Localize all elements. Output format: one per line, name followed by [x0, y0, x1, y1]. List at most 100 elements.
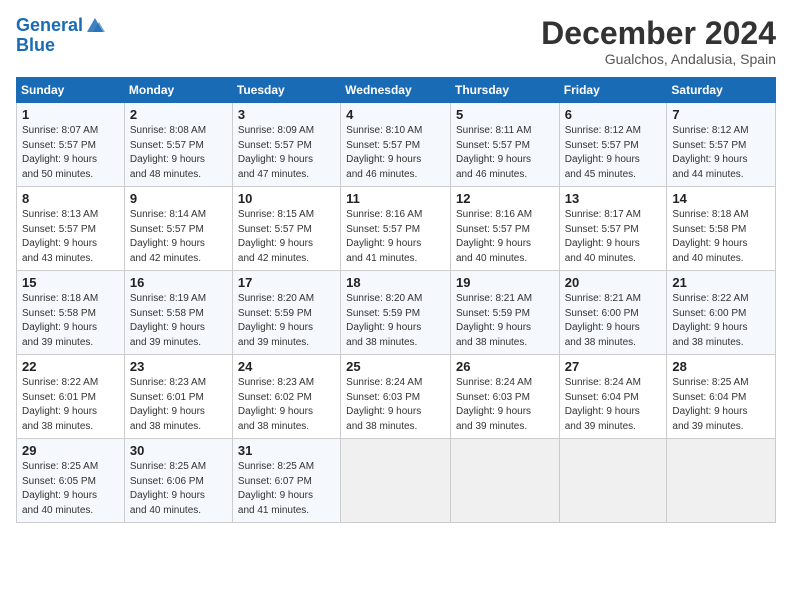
day-cell: 4 Sunrise: 8:10 AMSunset: 5:57 PMDaylight… [341, 103, 451, 187]
day-info: Sunrise: 8:21 AMSunset: 6:00 PMDaylight:… [565, 292, 662, 350]
day-number: 23 [130, 359, 227, 374]
calendar-table: SundayMondayTuesdayWednesdayThursdayFrid… [16, 77, 776, 523]
day-cell: 20 Sunrise: 8:21 AMSunset: 6:00 PMDayligh… [559, 271, 667, 355]
day-number: 4 [346, 107, 445, 122]
day-number: 30 [130, 443, 227, 458]
day-cell: 6 Sunrise: 8:12 AMSunset: 5:57 PMDaylight… [559, 103, 667, 187]
day-number: 24 [238, 359, 335, 374]
day-info: Sunrise: 8:14 AMSunset: 5:57 PMDaylight:… [130, 208, 227, 266]
day-info: Sunrise: 8:25 AMSunset: 6:06 PMDaylight:… [130, 460, 227, 518]
day-cell: 9 Sunrise: 8:14 AMSunset: 5:57 PMDaylight… [124, 187, 232, 271]
day-number: 3 [238, 107, 335, 122]
day-number: 17 [238, 275, 335, 290]
logo-general: General [16, 15, 83, 35]
day-number: 21 [672, 275, 770, 290]
day-cell: 30 Sunrise: 8:25 AMSunset: 6:06 PMDayligh… [124, 439, 232, 523]
day-info: Sunrise: 8:16 AMSunset: 5:57 PMDaylight:… [346, 208, 445, 266]
weekday-header-wednesday: Wednesday [341, 78, 451, 103]
day-cell: 19 Sunrise: 8:21 AMSunset: 5:59 PMDayligh… [450, 271, 559, 355]
day-info: Sunrise: 8:18 AMSunset: 5:58 PMDaylight:… [672, 208, 770, 266]
weekday-header-sunday: Sunday [17, 78, 125, 103]
day-number: 14 [672, 191, 770, 206]
day-info: Sunrise: 8:12 AMSunset: 5:57 PMDaylight:… [672, 124, 770, 182]
day-number: 19 [456, 275, 554, 290]
day-number: 9 [130, 191, 227, 206]
day-cell [341, 439, 451, 523]
day-cell: 3 Sunrise: 8:09 AMSunset: 5:57 PMDaylight… [232, 103, 340, 187]
day-number: 20 [565, 275, 662, 290]
day-number: 1 [22, 107, 119, 122]
day-number: 6 [565, 107, 662, 122]
header: General Blue December 2024 Gualchos, And… [16, 16, 776, 67]
day-cell: 1 Sunrise: 8:07 AMSunset: 5:57 PMDaylight… [17, 103, 125, 187]
weekday-header-friday: Friday [559, 78, 667, 103]
day-number: 12 [456, 191, 554, 206]
week-row-4: 22 Sunrise: 8:22 AMSunset: 6:01 PMDayligh… [17, 355, 776, 439]
day-cell [667, 439, 776, 523]
day-cell: 28 Sunrise: 8:25 AMSunset: 6:04 PMDayligh… [667, 355, 776, 439]
day-info: Sunrise: 8:21 AMSunset: 5:59 PMDaylight:… [456, 292, 554, 350]
day-cell: 21 Sunrise: 8:22 AMSunset: 6:00 PMDayligh… [667, 271, 776, 355]
day-cell: 8Sunrise: 8:13 AMSunset: 5:57 PMDaylight… [17, 187, 125, 271]
day-cell: 15 Sunrise: 8:18 AMSunset: 5:58 PMDayligh… [17, 271, 125, 355]
day-info: Sunrise: 8:11 AMSunset: 5:57 PMDaylight:… [456, 124, 554, 182]
day-number: 18 [346, 275, 445, 290]
day-info: Sunrise: 8:24 AMSunset: 6:03 PMDaylight:… [346, 376, 445, 434]
weekday-header-tuesday: Tuesday [232, 78, 340, 103]
day-info: Sunrise: 8:22 AMSunset: 6:00 PMDaylight:… [672, 292, 770, 350]
month-title: December 2024 [541, 16, 776, 51]
day-number: 15 [22, 275, 119, 290]
day-cell: 29Sunrise: 8:25 AMSunset: 6:05 PMDayligh… [17, 439, 125, 523]
day-cell: 23Sunrise: 8:23 AMSunset: 6:01 PMDayligh… [124, 355, 232, 439]
day-cell: 31Sunrise: 8:25 AMSunset: 6:07 PMDayligh… [232, 439, 340, 523]
day-info: Sunrise: 8:10 AMSunset: 5:57 PMDaylight:… [346, 124, 445, 182]
day-number: 27 [565, 359, 662, 374]
week-row-5: 29Sunrise: 8:25 AMSunset: 6:05 PMDayligh… [17, 439, 776, 523]
day-cell: 27 Sunrise: 8:24 AMSunset: 6:04 PMDayligh… [559, 355, 667, 439]
weekday-header-thursday: Thursday [450, 78, 559, 103]
title-block: December 2024 Gualchos, Andalusia, Spain [541, 16, 776, 67]
day-number: 26 [456, 359, 554, 374]
day-info: Sunrise: 8:08 AMSunset: 5:57 PMDaylight:… [130, 124, 227, 182]
logo-blue: Blue [16, 36, 105, 56]
weekday-header-row: SundayMondayTuesdayWednesdayThursdayFrid… [17, 78, 776, 103]
day-number: 5 [456, 107, 554, 122]
day-info: Sunrise: 8:07 AMSunset: 5:57 PMDaylight:… [22, 124, 119, 182]
day-info: Sunrise: 8:24 AMSunset: 6:03 PMDaylight:… [456, 376, 554, 434]
day-number: 8 [22, 191, 119, 206]
day-number: 28 [672, 359, 770, 374]
day-info: Sunrise: 8:09 AMSunset: 5:57 PMDaylight:… [238, 124, 335, 182]
day-cell: 10Sunrise: 8:15 AMSunset: 5:57 PMDayligh… [232, 187, 340, 271]
logo-text: General [16, 16, 83, 36]
day-number: 10 [238, 191, 335, 206]
week-row-2: 8Sunrise: 8:13 AMSunset: 5:57 PMDaylight… [17, 187, 776, 271]
day-cell: 11 Sunrise: 8:16 AMSunset: 5:57 PMDayligh… [341, 187, 451, 271]
day-info: Sunrise: 8:25 AMSunset: 6:04 PMDaylight:… [672, 376, 770, 434]
location: Gualchos, Andalusia, Spain [541, 51, 776, 67]
day-cell: 26 Sunrise: 8:24 AMSunset: 6:03 PMDayligh… [450, 355, 559, 439]
day-number: 11 [346, 191, 445, 206]
logo: General Blue [16, 16, 105, 56]
day-cell: 25 Sunrise: 8:24 AMSunset: 6:03 PMDayligh… [341, 355, 451, 439]
day-number: 13 [565, 191, 662, 206]
day-info: Sunrise: 8:18 AMSunset: 5:58 PMDaylight:… [22, 292, 119, 350]
day-info: Sunrise: 8:19 AMSunset: 5:58 PMDaylight:… [130, 292, 227, 350]
day-info: Sunrise: 8:25 AMSunset: 6:05 PMDaylight:… [22, 460, 119, 518]
day-cell: 13Sunrise: 8:17 AMSunset: 5:57 PMDayligh… [559, 187, 667, 271]
day-cell: 18 Sunrise: 8:20 AMSunset: 5:59 PMDayligh… [341, 271, 451, 355]
day-number: 25 [346, 359, 445, 374]
day-cell: 24 Sunrise: 8:23 AMSunset: 6:02 PMDayligh… [232, 355, 340, 439]
day-number: 22 [22, 359, 119, 374]
day-cell [559, 439, 667, 523]
day-info: Sunrise: 8:23 AMSunset: 6:02 PMDaylight:… [238, 376, 335, 434]
day-info: Sunrise: 8:22 AMSunset: 6:01 PMDaylight:… [22, 376, 119, 434]
day-info: Sunrise: 8:20 AMSunset: 5:59 PMDaylight:… [238, 292, 335, 350]
day-cell: 7Sunrise: 8:12 AMSunset: 5:57 PMDaylight… [667, 103, 776, 187]
day-info: Sunrise: 8:20 AMSunset: 5:59 PMDaylight:… [346, 292, 445, 350]
day-info: Sunrise: 8:12 AMSunset: 5:57 PMDaylight:… [565, 124, 662, 182]
day-cell: 17 Sunrise: 8:20 AMSunset: 5:59 PMDayligh… [232, 271, 340, 355]
day-info: Sunrise: 8:24 AMSunset: 6:04 PMDaylight:… [565, 376, 662, 434]
weekday-header-saturday: Saturday [667, 78, 776, 103]
week-row-1: 1 Sunrise: 8:07 AMSunset: 5:57 PMDaylight… [17, 103, 776, 187]
day-cell: 22 Sunrise: 8:22 AMSunset: 6:01 PMDayligh… [17, 355, 125, 439]
